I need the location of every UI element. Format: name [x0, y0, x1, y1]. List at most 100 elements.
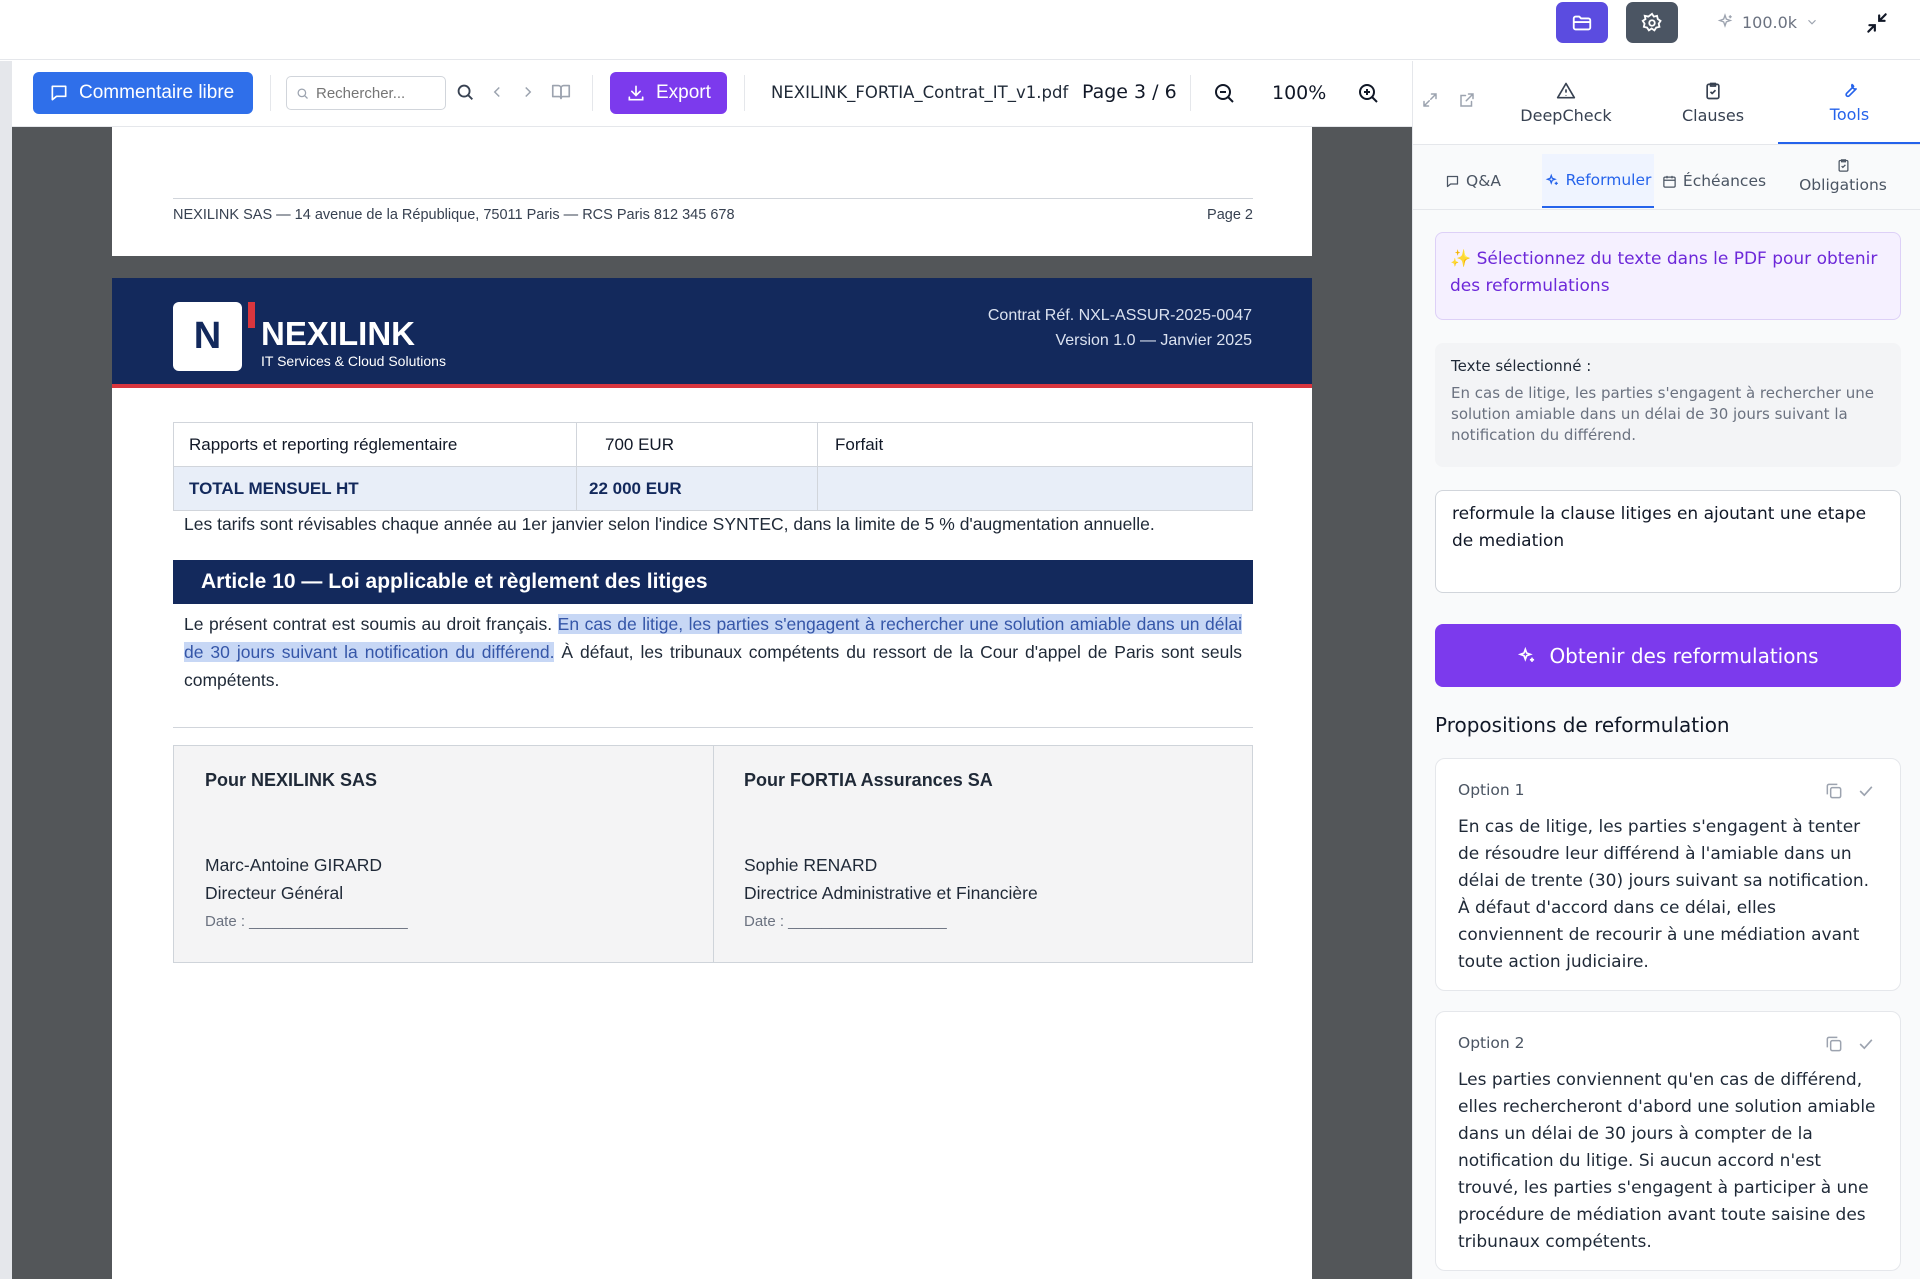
subtab-divider	[1413, 209, 1920, 210]
page-footer-number: Page 2	[1207, 207, 1253, 223]
copy-option-button[interactable]	[1824, 781, 1844, 801]
tab-tools[interactable]: Tools	[1778, 61, 1920, 144]
chevron-left-icon	[493, 86, 500, 98]
option-label: Option 2	[1458, 1034, 1525, 1052]
instruction-textarea[interactable]: reformule la clause litiges en ajoutant …	[1435, 490, 1901, 593]
table-cell: Forfait	[835, 435, 884, 454]
tarifs-note: Les tarifs sont révisables chaque année …	[184, 514, 1155, 534]
hint-text: Sélectionnez du texte dans le PDF pour o…	[1450, 249, 1878, 296]
subtab-obligations[interactable]: Obligations	[1773, 158, 1913, 208]
table-cell: TOTAL MENSUEL HT	[189, 479, 359, 498]
article-paragraph[interactable]: Le présent contrat est soumis au droit f…	[184, 610, 1243, 694]
copy-icon	[1826, 783, 1842, 799]
logo-letter: N	[193, 315, 222, 357]
footer-rule	[173, 198, 1253, 199]
paragraph-text: Le présent contrat est soumis au droit f…	[184, 614, 558, 634]
subtab-label: Échéances	[1682, 172, 1767, 190]
minimize-icon	[1867, 13, 1887, 33]
minimize-button[interactable]	[1864, 10, 1890, 36]
logo-accent	[248, 302, 255, 328]
expand-panel-button[interactable]	[1421, 91, 1439, 109]
apply-option-button[interactable]	[1856, 781, 1876, 801]
signature-right: Pour FORTIA Assurances SA Sophie RENARD …	[744, 746, 1224, 962]
copy-option-button[interactable]	[1824, 1034, 1844, 1054]
signature-date: Date : ___________________	[205, 913, 408, 930]
apply-option-button[interactable]	[1856, 1034, 1876, 1054]
divider	[592, 75, 593, 111]
comment-button[interactable]: Commentaire libre	[33, 72, 253, 114]
file-name: NEXILINK_FORTIA_Contrat_IT_v1.pdf	[771, 83, 1069, 102]
divider	[744, 75, 745, 111]
tab-clauses[interactable]: Clauses	[1639, 61, 1787, 144]
zoom-in-button[interactable]	[1356, 81, 1380, 105]
expand-icon	[1423, 93, 1437, 107]
sparkle-icon	[1717, 13, 1733, 28]
pdf-page-2: NEXILINK SAS — 14 avenue de la Républiqu…	[112, 127, 1312, 256]
subtab-echeances[interactable]: Échéances	[1658, 154, 1770, 208]
divider	[1190, 75, 1191, 111]
selected-text-label: Texte sélectionné :	[1451, 357, 1592, 375]
get-reformulations-button[interactable]: Obtenir des reformulations	[1435, 624, 1901, 687]
tab-label: Clauses	[1681, 105, 1745, 125]
subtab-label: Obligations	[1799, 176, 1887, 194]
subtab-label: Q&A	[1466, 172, 1501, 190]
button-label: Obtenir des reformulations	[1549, 643, 1819, 668]
page-footer-left: NEXILINK SAS — 14 avenue de la Républiqu…	[173, 207, 735, 223]
reader-mode-button[interactable]	[550, 81, 572, 103]
copy-icon	[1826, 1036, 1842, 1052]
signatory-role: Directeur Général	[205, 883, 344, 903]
chevron-right-icon	[525, 86, 532, 98]
search-input[interactable]	[316, 84, 434, 102]
alert-triangle-icon	[1556, 82, 1576, 98]
subtab-qa[interactable]: Q&A	[1433, 154, 1513, 208]
tab-deepcheck[interactable]: DeepCheck	[1492, 61, 1640, 144]
option-label: Option 1	[1458, 781, 1525, 799]
selected-text-content: En cas de litige, les parties s'engagent…	[1451, 384, 1874, 444]
proposal-option-card: Option 1 En cas de litige, les parties s…	[1435, 758, 1901, 991]
open-folder-button[interactable]	[1556, 2, 1608, 43]
table-col-divider	[576, 423, 577, 510]
signature-block: Pour NEXILINK SAS Marc-Antoine GIRARD Di…	[173, 745, 1253, 963]
article-title: Article 10 — Loi applicable et règlement…	[201, 570, 708, 593]
table-cell: 700 EUR	[605, 435, 674, 454]
signatory-company: Pour NEXILINK SAS	[205, 770, 378, 790]
clipboard-check-icon	[1706, 82, 1720, 99]
zoom-out-icon	[1215, 84, 1234, 103]
open-external-button[interactable]	[1458, 91, 1476, 109]
pdf-page-3: N NEXILINK IT Services & Cloud Solutions…	[112, 278, 1312, 1279]
sparkle-emoji: ✨	[1450, 249, 1472, 269]
search-button[interactable]	[454, 81, 476, 103]
subtab-reformuler[interactable]: Reformuler	[1542, 154, 1654, 208]
pdf-viewer[interactable]: NEXILINK SAS — 14 avenue de la Républiqu…	[12, 127, 1412, 1279]
check-icon	[1859, 1039, 1873, 1050]
option-text: Les parties conviennent qu'en cas de dif…	[1458, 1070, 1876, 1252]
signature-divider	[713, 746, 714, 962]
export-button[interactable]: Export	[610, 72, 727, 114]
export-button-label: Export	[656, 82, 711, 103]
search-icon	[457, 84, 473, 100]
selected-text-box: Texte sélectionné : En cas de litige, le…	[1435, 343, 1901, 467]
check-icon	[1859, 786, 1873, 797]
header-red-stripe	[112, 384, 1312, 388]
signatory-name: Sophie RENARD	[744, 855, 878, 875]
brand-name: NEXILINK	[261, 315, 416, 352]
message-icon	[1446, 175, 1459, 187]
proposal-option-card: Option 2 Les parties conviennent qu'en c…	[1435, 1011, 1901, 1271]
settings-button[interactable]	[1626, 2, 1678, 43]
previous-result-button[interactable]	[488, 83, 506, 101]
table-row: Rapports et reporting réglementaire 700 …	[174, 423, 1252, 467]
zoom-level: 100%	[1272, 82, 1327, 104]
zoom-in-icon	[1359, 84, 1378, 103]
next-result-button[interactable]	[519, 83, 537, 101]
search-box[interactable]	[286, 76, 446, 110]
pdf-toolbar: Commentaire libre Export NEXILINK_FORTIA…	[0, 61, 1412, 127]
selection-hint: ✨ Sélectionnez du texte dans le PDF pour…	[1435, 232, 1901, 320]
token-counter[interactable]: 100.0k	[1716, 10, 1819, 34]
sparkles-icon	[1518, 646, 1535, 662]
document-header-band: N NEXILINK IT Services & Cloud Solutions…	[112, 278, 1312, 384]
contract-version: Version 1.0 — Janvier 2025	[1055, 332, 1252, 349]
zoom-out-button[interactable]	[1212, 81, 1236, 105]
signatory-role: Directrice Administrative et Financière	[744, 883, 1038, 903]
sparkles-icon	[1545, 173, 1558, 185]
pricing-table: Rapports et reporting réglementaire 700 …	[173, 422, 1253, 511]
